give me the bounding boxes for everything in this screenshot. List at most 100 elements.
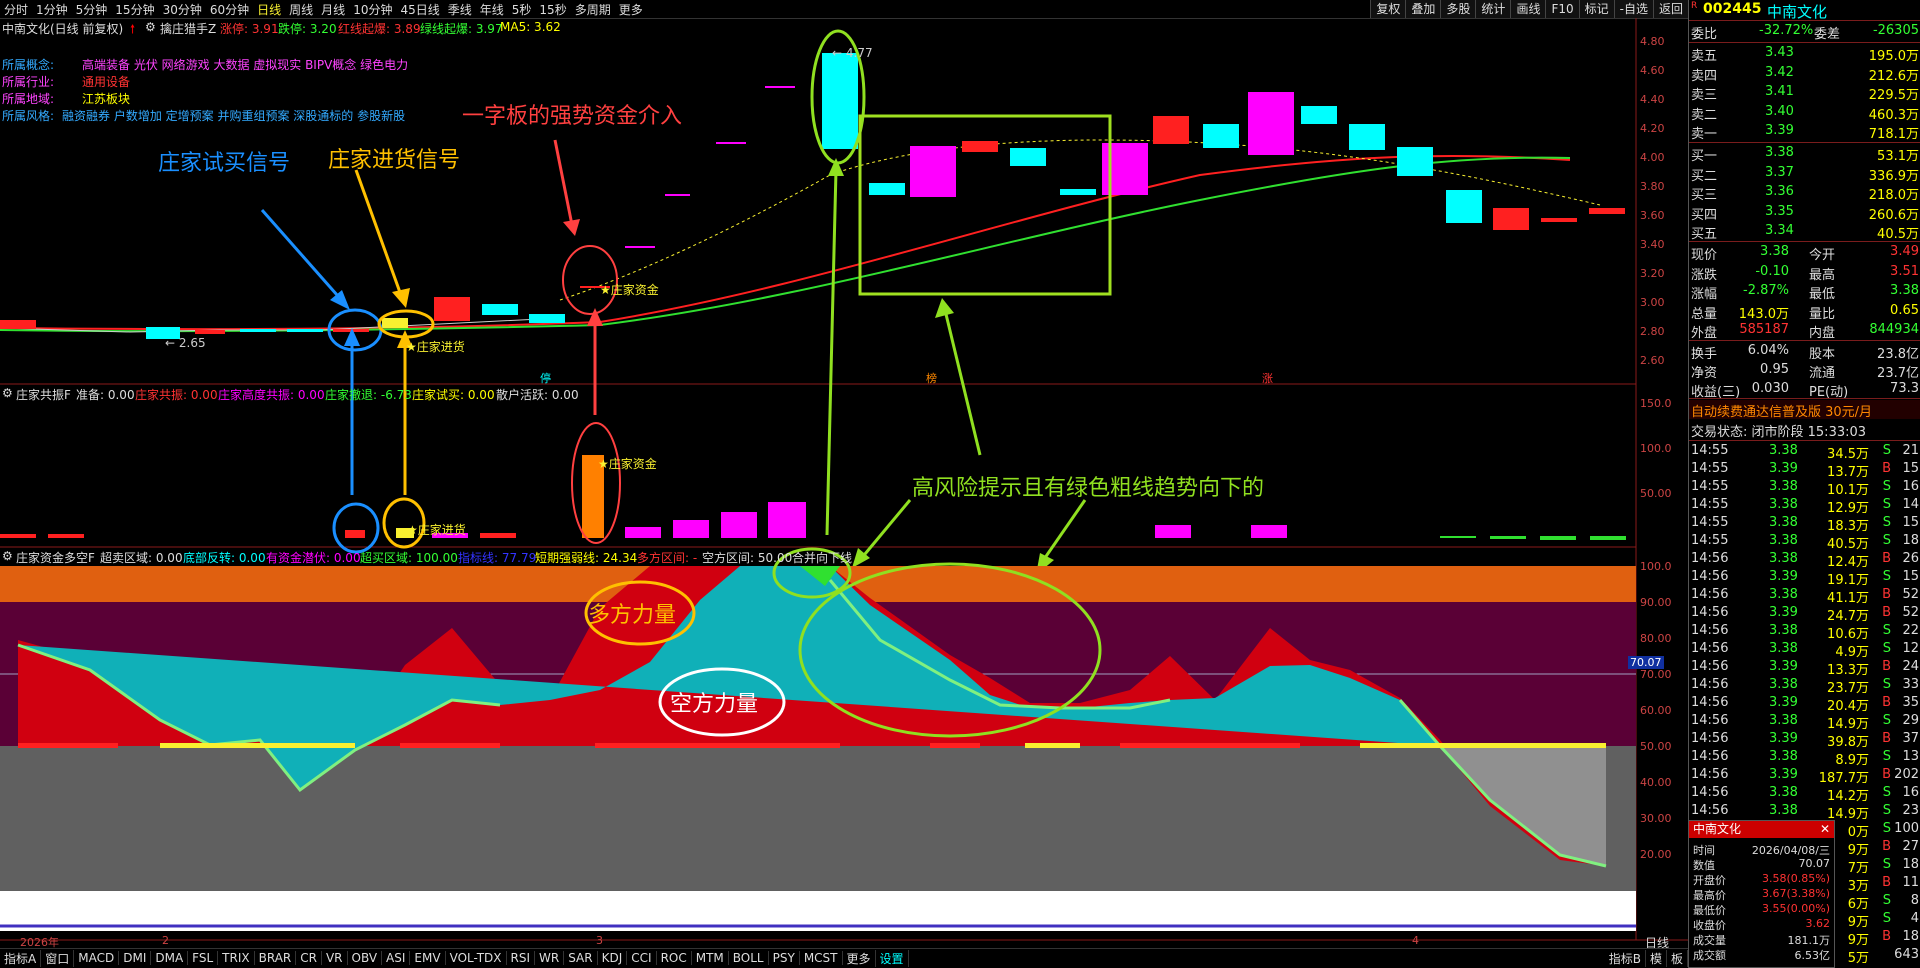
ask-price: 3.40 [1765, 103, 1794, 119]
tick-count: 18 [1902, 929, 1919, 944]
tick-count: 24 [1902, 659, 1919, 674]
bottom-right-tab-0[interactable]: 指标B [1605, 949, 1646, 967]
tick-count: 35 [1902, 695, 1919, 710]
indicator-tab-21[interactable]: BOLL [729, 951, 769, 965]
indicator-tab-17[interactable]: KDJ [598, 951, 628, 965]
tick-price: 3.38 [1769, 587, 1798, 602]
indicator-tab-24[interactable]: 更多 [843, 949, 876, 967]
tick-count: 26 [1902, 551, 1919, 566]
indicator-tab-16[interactable]: SAR [564, 951, 598, 965]
popup-value: 3.58(0.85%) [1761, 872, 1830, 885]
indicator-tab-12[interactable]: EMV [410, 951, 446, 965]
indicator-tab-14[interactable]: RSI [507, 951, 536, 965]
tick-side: B [1882, 461, 1891, 476]
tick-count: 16 [1902, 479, 1919, 494]
sub1-gear-icon[interactable]: ⚙ [2, 386, 13, 400]
mark-zijin-2: ★庄家资金 [598, 457, 657, 471]
stat-value-2: 3.51 [1890, 263, 1919, 279]
quote-row: 14:55 3.39 13.7万 B 15 [1689, 460, 1920, 480]
tick-side: S [1882, 803, 1891, 818]
weibi-label: 委比 [1691, 27, 1718, 42]
tick-count: 15 [1902, 569, 1919, 584]
tick-count: 22 [1902, 623, 1919, 638]
stock-code: 002445 [1703, 1, 1762, 17]
tick-side: S [1882, 821, 1891, 836]
popup-key: 收盘价 [1693, 919, 1726, 932]
indicator-tab-6[interactable]: TRIX [218, 951, 255, 965]
sub1-title[interactable]: 庄家共振F [16, 386, 71, 403]
indicator-tab-0[interactable]: 指标A [0, 949, 42, 967]
indicator-tab-2[interactable]: MACD [74, 951, 120, 965]
tick-count: 14 [1902, 497, 1919, 512]
indicator-tab-4[interactable]: DMA [151, 951, 189, 965]
tick-side: B [1882, 605, 1891, 620]
tick-side: B [1882, 551, 1891, 566]
sub2-item-4: 指标线: 77.79 [458, 551, 537, 565]
candle [910, 146, 956, 197]
close-icon[interactable]: ✕ [1820, 821, 1830, 838]
sub2-item-0: 超卖区域: 0.00 [100, 551, 183, 565]
indicator-tab-11[interactable]: ASI [382, 951, 411, 965]
stat-value: -0.10 [1755, 263, 1789, 279]
indicator-tab-8[interactable]: CR [296, 951, 322, 965]
ad-banner[interactable]: 自动续费通达信普及版 30元/月 [1691, 401, 1872, 420]
sub1-item-2: 庄家高度共振: 0.00 [218, 388, 325, 402]
tick-price: 3.38 [1769, 803, 1798, 818]
tick-price: 3.39 [1769, 659, 1798, 674]
indicator-tab-22[interactable]: PSY [769, 951, 800, 965]
stat-label: 涨幅 [1691, 287, 1718, 303]
annot-bear-force: 空方力量 [670, 692, 759, 717]
tick-price: 3.38 [1769, 533, 1798, 548]
indicator-tab-20[interactable]: MTM [692, 951, 729, 965]
indicator-tab-23[interactable]: MCST [800, 951, 843, 965]
sub1-item-3: 庄家撤退: -6.73 [325, 388, 412, 402]
sub1-item-0: 准备: 0.00 [76, 388, 135, 402]
stat-value: 585187 [1739, 322, 1789, 338]
quote-row: 买五 3.34 40.5万 [1689, 222, 1920, 242]
popup-value: 2026/04/08/三 [1751, 844, 1830, 857]
tick-time: 14:56 [1691, 587, 1729, 602]
indicator-tab-5[interactable]: FSL [188, 951, 219, 965]
tick-side: S [1882, 497, 1891, 512]
ask-label: 卖三 [1691, 88, 1718, 104]
stat-label: 外盘 [1691, 326, 1718, 342]
date-label-2: 3 [596, 934, 603, 947]
indicator-tab-10[interactable]: OBV [348, 951, 383, 965]
ask-volume: 460.3万 [1868, 107, 1919, 123]
bottom-right-tab-1[interactable]: 模 [1646, 949, 1667, 967]
tick-count: 8 [1910, 893, 1919, 908]
quote-row: 14:56 3.38 14.2万 S 16 [1689, 784, 1920, 804]
candle [287, 329, 323, 332]
sub2-item-2: 有资金潜伏: 0.00 [266, 551, 361, 565]
stat-value-2: 3.38 [1890, 283, 1919, 299]
indicator-tab-19[interactable]: ROC [657, 951, 692, 965]
indicator-tab-3[interactable]: DMI [119, 951, 152, 965]
tick-time: 14:56 [1691, 659, 1729, 674]
tick-time: 14:56 [1691, 749, 1729, 764]
tick-side: S [1882, 857, 1891, 872]
stat-value: 3.38 [1760, 244, 1789, 259]
indicator-tab-9[interactable]: VR [322, 951, 348, 965]
sub2-item-6: 多方区间: - [637, 551, 698, 565]
indicator-tab-13[interactable]: VOL-TDX [446, 951, 507, 965]
candle [195, 330, 225, 334]
tick-count: 16 [1902, 785, 1919, 800]
sub2-item-3: 超买区域: 100.00 [360, 551, 458, 565]
tick-side: S [1882, 479, 1891, 494]
indicator-tab-18[interactable]: CCI [627, 951, 657, 965]
tick-time: 14:55 [1691, 515, 1729, 530]
indicator-tab-25[interactable]: 设置 [876, 949, 909, 967]
sub2-title[interactable]: 庄家资金多空F [16, 549, 95, 566]
tick-count: 21 [1902, 443, 1919, 458]
tick-side: S [1882, 911, 1891, 926]
tick-price: 3.38 [1769, 641, 1798, 656]
indicator-tab-15[interactable]: WR [535, 951, 565, 965]
indicator-tab-7[interactable]: BRAR [255, 951, 297, 965]
quote-row: 换手 6.04% 股本 23.8亿 [1689, 342, 1920, 362]
bottom-right-tab-2[interactable]: 板 [1667, 949, 1688, 967]
sub2-gear-icon[interactable]: ⚙ [2, 549, 13, 563]
tick-price: 3.38 [1769, 749, 1798, 764]
indicator-tab-1[interactable]: 窗口 [41, 949, 75, 967]
tick-price: 3.39 [1769, 695, 1798, 710]
tick-time: 14:56 [1691, 785, 1729, 800]
